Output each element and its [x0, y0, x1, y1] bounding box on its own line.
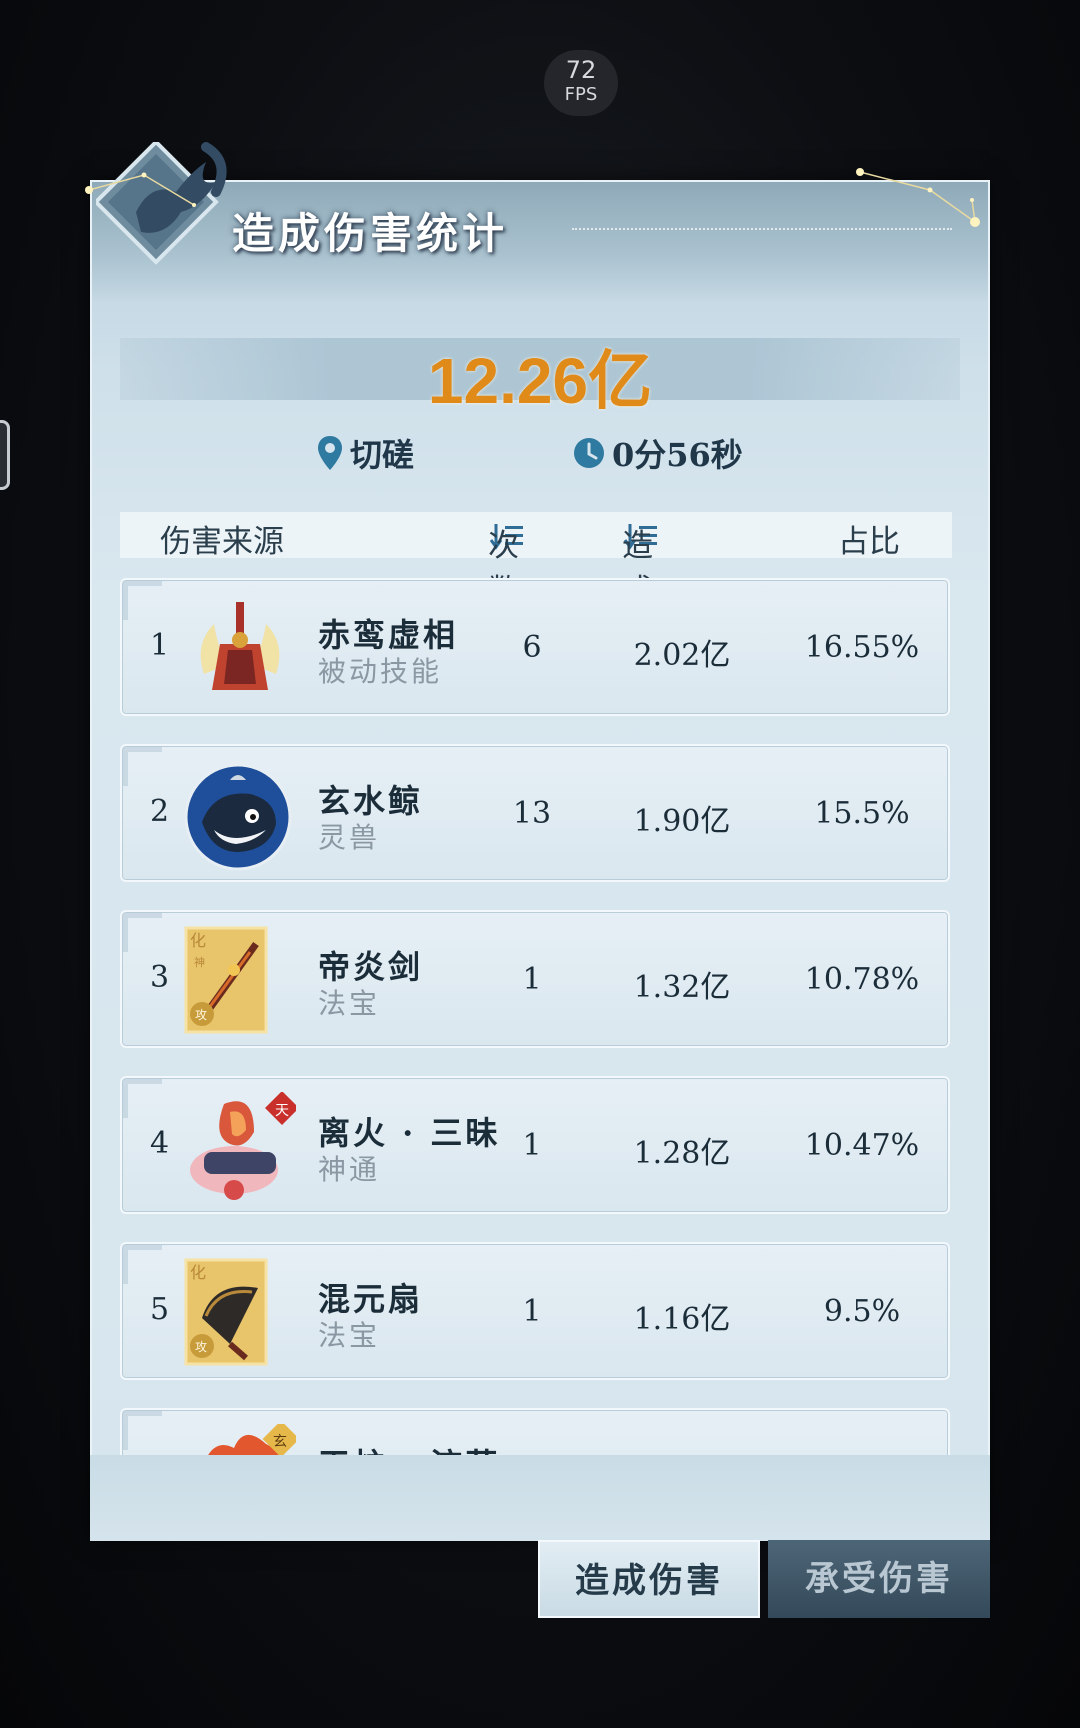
phoenix-armor-icon: [200, 602, 280, 690]
svg-text:攻: 攻: [195, 1008, 207, 1022]
tab-damage-dealt[interactable]: 造成伤害: [538, 1540, 760, 1618]
row-count: 13: [512, 796, 552, 831]
svg-text:天: 天: [275, 1103, 289, 1119]
row-count: 1: [522, 1128, 542, 1163]
damage-list[interactable]: 1 赤鸾虚相 被动技能 6 2.02亿 16.55% 2 玄水鲸 灵兽 13 1…: [120, 578, 952, 1460]
whale-beast-icon: [184, 763, 292, 870]
row-type: 法宝: [318, 987, 381, 1020]
mode-info: 切磋: [316, 430, 414, 476]
side-handle[interactable]: [0, 420, 10, 490]
row-damage: 1.32亿: [633, 970, 731, 1005]
row-ratio: 10.78%: [804, 962, 920, 997]
row-damage: 1.16亿: [633, 1302, 731, 1337]
row-rank: 2: [150, 794, 170, 829]
row-damage: 1.90亿: [633, 804, 731, 839]
row-count: 1: [522, 962, 542, 997]
row-ratio: 16.55%: [804, 630, 920, 665]
damage-row[interactable]: 2 玄水鲸 灵兽 13 1.90亿 15.5%: [120, 744, 950, 882]
clock-icon: [574, 438, 604, 468]
damage-row[interactable]: 4 天 离火 · 三昧 神通 1 1.28亿 10.47%: [120, 1076, 950, 1214]
table-header: 伤害来源 次数 造成伤害 占比: [120, 512, 952, 699]
damage-row[interactable]: 3 化 神 攻 帝炎剑 法宝 1 1.32亿 10.78%: [120, 910, 950, 1048]
tab-damage-taken[interactable]: 承受伤害: [768, 1540, 990, 1618]
svg-text:化: 化: [190, 1263, 206, 1282]
row-rank: 1: [150, 628, 170, 663]
row-ratio: 10.47%: [804, 1128, 920, 1163]
row-rank: 4: [150, 1126, 170, 1161]
header-source: 伤害来源: [160, 524, 284, 560]
header-ratio: 占比: [838, 524, 900, 560]
svg-text:玄: 玄: [273, 1433, 287, 1450]
svg-text:神: 神: [194, 955, 205, 969]
row-count: 6: [522, 630, 542, 665]
row-damage: 1.28亿: [633, 1136, 731, 1171]
location-pin-icon: [318, 436, 342, 470]
row-type: 神通: [318, 1153, 381, 1186]
constellation-left-icon: [85, 172, 196, 207]
row-ratio: 9.5%: [823, 1294, 901, 1329]
row-rank: 5: [150, 1292, 170, 1327]
duration-label: 0分56秒: [612, 436, 743, 474]
sword-treasure-icon: 化 神 攻: [184, 926, 268, 1034]
fps-unit: FPS: [564, 84, 598, 105]
mode-label: 切磋: [350, 436, 415, 474]
svg-text:化: 化: [190, 931, 206, 950]
fps-counter: 72 FPS: [544, 50, 618, 116]
row-type: 灵兽: [318, 821, 381, 854]
damage-row[interactable]: 5 化 攻 混元扇 法宝 1 1.16亿 9.5%: [120, 1242, 950, 1380]
fan-treasure-icon: 化 攻: [184, 1258, 268, 1366]
duration-info: 0分56秒: [572, 430, 743, 476]
panel-title: 造成伤害统计: [232, 209, 509, 258]
row-rank: 3: [150, 960, 170, 995]
row-count: 1: [522, 1294, 542, 1329]
total-damage: 12.26亿: [427, 345, 653, 417]
header-count-sort[interactable]: 次数: [488, 516, 526, 609]
constellation-right-icon: [856, 168, 980, 227]
header-damage-sort[interactable]: 造成伤害: [622, 516, 660, 699]
row-type: 被动技能: [318, 655, 443, 688]
row-ratio: 15.5%: [814, 796, 910, 831]
row-damage: 2.02亿: [633, 638, 731, 673]
svg-text:攻: 攻: [195, 1340, 207, 1354]
row-type: 法宝: [318, 1319, 381, 1352]
list-bottom-fade: [90, 1455, 990, 1541]
damage-row[interactable]: 玄 天炉 · 流萤: [120, 1408, 950, 1460]
damage-row[interactable]: 1 赤鸾虚相 被动技能 6 2.02亿 16.55%: [120, 578, 950, 716]
fps-value: 72: [565, 56, 597, 84]
fire-scroll-icon: 天: [190, 1092, 296, 1200]
